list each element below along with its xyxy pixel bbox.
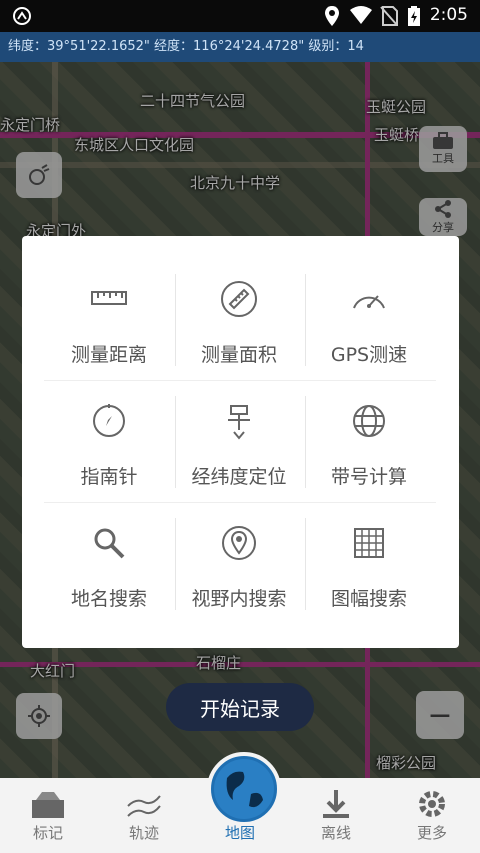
coordinate-bar: 纬度：39°51'22.1652" 经度：116°24'24.4728" 级别：…: [0, 32, 480, 62]
tool-label: 指南针: [80, 466, 138, 488]
speedometer-icon: [353, 295, 385, 309]
location-pin-icon: [222, 526, 256, 560]
tool-label: 带号计算: [330, 466, 407, 488]
tool-label: 视野内搜索: [191, 588, 287, 610]
nav-label: 标记: [32, 824, 63, 842]
start-record-button[interactable]: 开始记录: [166, 683, 314, 731]
tool-zone-calc[interactable]: 带号计算: [304, 396, 434, 518]
tool-label: 图幅搜索: [330, 588, 407, 610]
nav-item-more[interactable]: 更多: [384, 778, 480, 853]
grid-icon: [354, 528, 384, 558]
globe-grid-icon: [353, 405, 385, 437]
nav-label: 更多: [416, 824, 447, 842]
tool-label: 地名搜索: [70, 588, 147, 610]
status-bar: 2:05: [0, 0, 480, 32]
ruler-icon: [91, 291, 127, 305]
tool-label: 测量面积: [200, 344, 277, 366]
tool-compass[interactable]: 指南针: [44, 396, 174, 518]
search-icon: [94, 528, 125, 559]
nav-label: 轨迹: [128, 824, 159, 842]
tools-dialog: 测量距离 测量面积 GPS测速 指南针 经纬度定位 带号计算 地名搜索 视野内搜…: [22, 236, 459, 648]
battery-charging-icon: [408, 6, 420, 26]
no-sim-icon: [380, 6, 398, 26]
tool-gps-speed[interactable]: GPS测速: [304, 274, 434, 396]
tool-measure-distance[interactable]: 测量距离: [44, 274, 174, 396]
tool-label: GPS测速: [330, 344, 408, 366]
nav-label: 离线: [320, 824, 351, 842]
tool-place-search[interactable]: 地名搜索: [44, 518, 174, 640]
globe-icon: [214, 759, 274, 819]
gear-icon: [419, 791, 445, 817]
tool-sheet-search[interactable]: 图幅搜索: [304, 518, 434, 640]
tool-latlng-locate[interactable]: 经纬度定位: [174, 396, 304, 518]
download-icon: [323, 790, 349, 818]
location-status-icon: [325, 6, 339, 26]
nav-item-offline[interactable]: 离线: [288, 778, 384, 853]
area-ruler-icon: [221, 281, 257, 317]
tool-view-search[interactable]: 视野内搜索: [174, 518, 304, 640]
status-time: 2:05: [429, 5, 468, 25]
marker-icon: [32, 792, 64, 818]
map-tab-globe[interactable]: [207, 752, 281, 826]
pin-locate-icon: [228, 405, 250, 440]
app-notification-icon: [13, 7, 31, 25]
tool-label: 测量距离: [70, 344, 147, 366]
wifi-icon: [350, 6, 372, 24]
tool-measure-area[interactable]: 测量面积: [174, 274, 304, 396]
nav-item-marker[interactable]: 标记: [0, 778, 96, 853]
nav-item-track[interactable]: 轨迹: [96, 778, 192, 853]
compass-icon: [93, 404, 125, 437]
tool-label: 经纬度定位: [191, 466, 287, 488]
track-icon: [127, 795, 161, 817]
